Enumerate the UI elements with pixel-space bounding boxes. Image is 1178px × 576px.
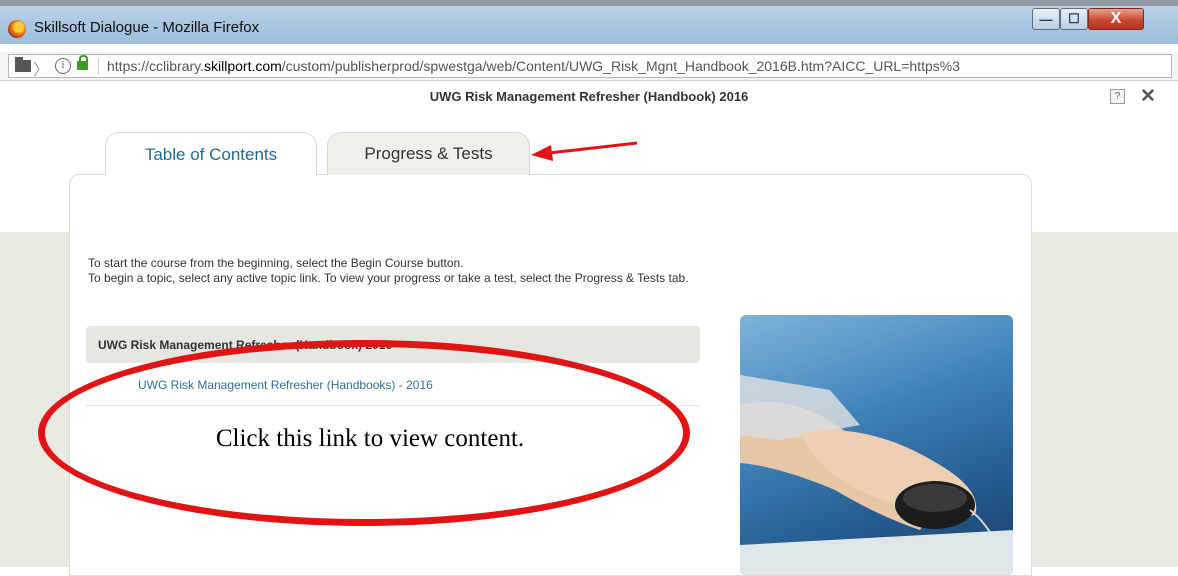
url-field[interactable]: 〉 i https://cclibrary.skillport.com/cust… bbox=[8, 54, 1172, 79]
tab-table-of-contents[interactable]: Table of Contents bbox=[105, 132, 317, 176]
dialog-title: UWG Risk Management Refresher (Handbook)… bbox=[429, 89, 749, 104]
page-icon[interactable] bbox=[15, 57, 31, 72]
intro-line-1: To start the course from the beginning, … bbox=[88, 256, 464, 270]
window-titlebar: Skillsoft Dialogue - Mozilla Firefox — ☐… bbox=[0, 0, 1178, 44]
annotation-callout: Click this link to view content. bbox=[215, 425, 525, 452]
window-title: Skillsoft Dialogue - Mozilla Firefox bbox=[34, 19, 260, 36]
annotation-arrow-icon bbox=[531, 141, 638, 161]
tab-progress-tests[interactable]: Progress & Tests bbox=[327, 132, 530, 175]
maximize-button[interactable]: ☐ bbox=[1060, 8, 1088, 30]
url-domain: skillport.com bbox=[204, 58, 282, 74]
titlebar-shadow bbox=[0, 0, 1178, 6]
hand-on-mouse-illustration bbox=[740, 375, 1013, 575]
info-icon[interactable]: i bbox=[55, 58, 71, 74]
navigation-bar: 〉 i https://cclibrary.skillport.com/cust… bbox=[0, 52, 1178, 81]
close-icon[interactable]: ✕ bbox=[1140, 85, 1156, 108]
close-window-button[interactable]: X bbox=[1088, 8, 1144, 30]
url-separator bbox=[98, 58, 99, 74]
intro-text: To start the course from the beginning, … bbox=[88, 256, 689, 286]
help-icon[interactable]: ? bbox=[1110, 89, 1125, 104]
chevron-right-icon: 〉 bbox=[33, 62, 50, 79]
firefox-logo-icon bbox=[8, 20, 26, 38]
url-prefix: https://cclibrary. bbox=[107, 58, 204, 74]
intro-line-2: To begin a topic, select any active topi… bbox=[88, 271, 689, 285]
url-path: /custom/publisherprod/spwestga/web/Conte… bbox=[281, 58, 960, 74]
course-image bbox=[740, 315, 1013, 575]
url-text[interactable]: https://cclibrary.skillport.com/custom/p… bbox=[107, 58, 1171, 74]
lock-icon[interactable] bbox=[77, 55, 88, 70]
minimize-button[interactable]: — bbox=[1032, 8, 1060, 30]
